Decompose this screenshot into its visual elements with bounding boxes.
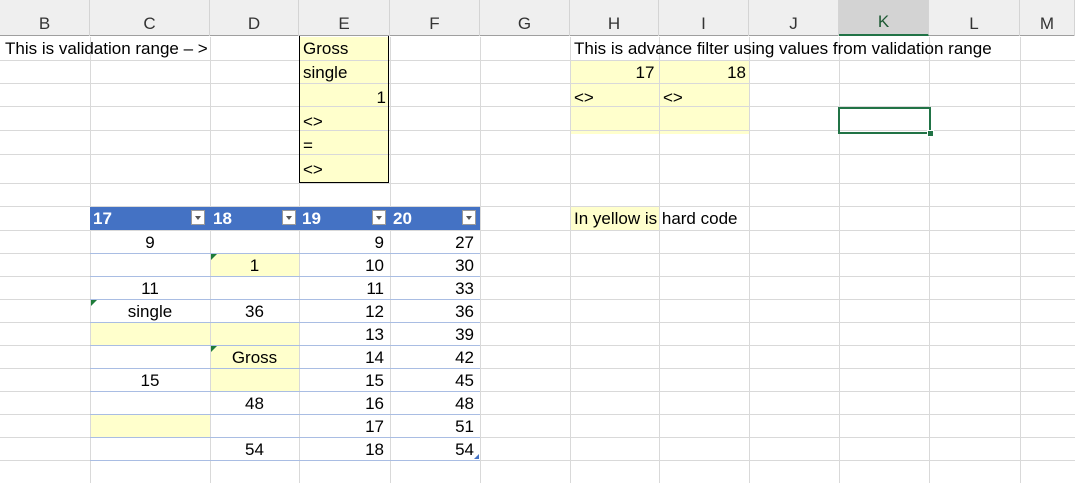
table-header-19[interactable]: 19 bbox=[299, 207, 390, 230]
filter-dropdown-icon[interactable] bbox=[462, 210, 476, 225]
table-cell[interactable]: 48 bbox=[210, 392, 299, 415]
table-cell[interactable]: 12 bbox=[299, 300, 390, 323]
table-cell[interactable] bbox=[90, 392, 210, 415]
table-cell[interactable]: 54 bbox=[210, 438, 299, 461]
yellow-hard-code-label: In yellow is hard code bbox=[574, 209, 738, 228]
validation-label: This is validation range – > bbox=[5, 39, 208, 58]
table-cell[interactable] bbox=[210, 369, 299, 392]
table-cell[interactable]: 10 bbox=[299, 254, 390, 277]
validation-value[interactable]: <> bbox=[300, 110, 389, 133]
table-header-20[interactable]: 20 bbox=[390, 207, 480, 230]
table-cell[interactable] bbox=[90, 323, 210, 346]
number-as-text-indicator-icon[interactable] bbox=[211, 346, 217, 352]
table-cell[interactable] bbox=[210, 415, 299, 438]
selected-cell-k[interactable] bbox=[838, 107, 931, 134]
column-header-g[interactable]: G bbox=[480, 0, 570, 36]
fill-handle[interactable] bbox=[927, 130, 934, 137]
table-cell[interactable]: 17 bbox=[299, 415, 390, 438]
table-cell[interactable]: 39 bbox=[390, 323, 480, 346]
validation-value[interactable]: 1 bbox=[300, 86, 389, 109]
table-cell[interactable]: 15 bbox=[299, 369, 390, 392]
filter-criteria-h2[interactable]: <> bbox=[571, 86, 660, 109]
table-cell[interactable]: 51 bbox=[390, 415, 480, 438]
filter-criteria-i1[interactable]: 18 bbox=[659, 61, 749, 84]
filter-dropdown-icon[interactable] bbox=[372, 210, 386, 225]
table-cell[interactable] bbox=[210, 231, 299, 254]
table-cell[interactable]: single bbox=[90, 300, 210, 323]
table-cell[interactable]: 9 bbox=[299, 231, 390, 254]
number-as-text-indicator-icon[interactable] bbox=[91, 300, 97, 306]
number-as-text-indicator-icon[interactable] bbox=[211, 254, 217, 260]
table-header-17[interactable]: 17 bbox=[90, 207, 210, 230]
table-cell[interactable] bbox=[90, 415, 210, 438]
filter-criteria-i2[interactable]: <> bbox=[660, 86, 749, 109]
column-header-f[interactable]: F bbox=[390, 0, 480, 36]
table-cell[interactable]: 45 bbox=[390, 369, 480, 392]
table-cell[interactable]: 54 bbox=[390, 438, 480, 461]
table-cell[interactable] bbox=[90, 254, 210, 277]
validation-value[interactable]: single bbox=[300, 61, 389, 84]
table-cell[interactable]: 11 bbox=[90, 277, 210, 300]
table-cell[interactable] bbox=[210, 323, 299, 346]
table-cell[interactable]: 33 bbox=[390, 277, 480, 300]
column-header-i[interactable]: I bbox=[659, 0, 749, 36]
column-header-k[interactable]: K bbox=[839, 0, 929, 36]
validation-value[interactable]: Gross bbox=[300, 37, 389, 60]
column-header-j[interactable]: J bbox=[749, 0, 839, 36]
table-cell[interactable]: 18 bbox=[299, 438, 390, 461]
validation-value[interactable]: <> bbox=[300, 158, 389, 181]
table-cell[interactable]: 36 bbox=[210, 300, 299, 323]
table-cell[interactable] bbox=[90, 346, 210, 369]
table-cell[interactable]: 30 bbox=[390, 254, 480, 277]
filter-dropdown-icon[interactable] bbox=[282, 210, 296, 225]
column-header-c[interactable]: C bbox=[90, 0, 210, 36]
spreadsheet-grid[interactable]: B C D E F G H I J K L M This is validati… bbox=[0, 0, 1075, 483]
table-cell[interactable]: 14 bbox=[299, 346, 390, 369]
table-cell[interactable]: 16 bbox=[299, 392, 390, 415]
table-cell[interactable] bbox=[90, 438, 210, 461]
table-cell[interactable]: Gross bbox=[210, 346, 299, 369]
table-cell[interactable]: 36 bbox=[390, 300, 480, 323]
table-cell[interactable] bbox=[210, 277, 299, 300]
filter-dropdown-icon[interactable] bbox=[191, 210, 205, 225]
table-resize-handle[interactable] bbox=[474, 454, 479, 459]
table-cell[interactable]: 15 bbox=[90, 369, 210, 392]
column-header-l[interactable]: L bbox=[929, 0, 1020, 36]
table-cell[interactable]: 48 bbox=[390, 392, 480, 415]
column-header-e[interactable]: E bbox=[299, 0, 390, 36]
table-cell[interactable]: 27 bbox=[390, 231, 480, 254]
advance-filter-label: This is advance filter using values from… bbox=[574, 39, 992, 58]
table-header-18[interactable]: 18 bbox=[210, 207, 299, 230]
table-cell[interactable]: 1 bbox=[210, 254, 299, 277]
column-header-d[interactable]: D bbox=[210, 0, 299, 36]
table-cell[interactable]: 42 bbox=[390, 346, 480, 369]
column-header-b[interactable]: B bbox=[0, 0, 90, 36]
table-cell[interactable]: 13 bbox=[299, 323, 390, 346]
table-cell[interactable]: 11 bbox=[299, 277, 390, 300]
table-cell[interactable]: 9 bbox=[90, 231, 210, 254]
column-header-h[interactable]: H bbox=[570, 0, 659, 36]
column-header-m[interactable]: M bbox=[1020, 0, 1075, 36]
validation-value[interactable]: = bbox=[300, 134, 389, 157]
